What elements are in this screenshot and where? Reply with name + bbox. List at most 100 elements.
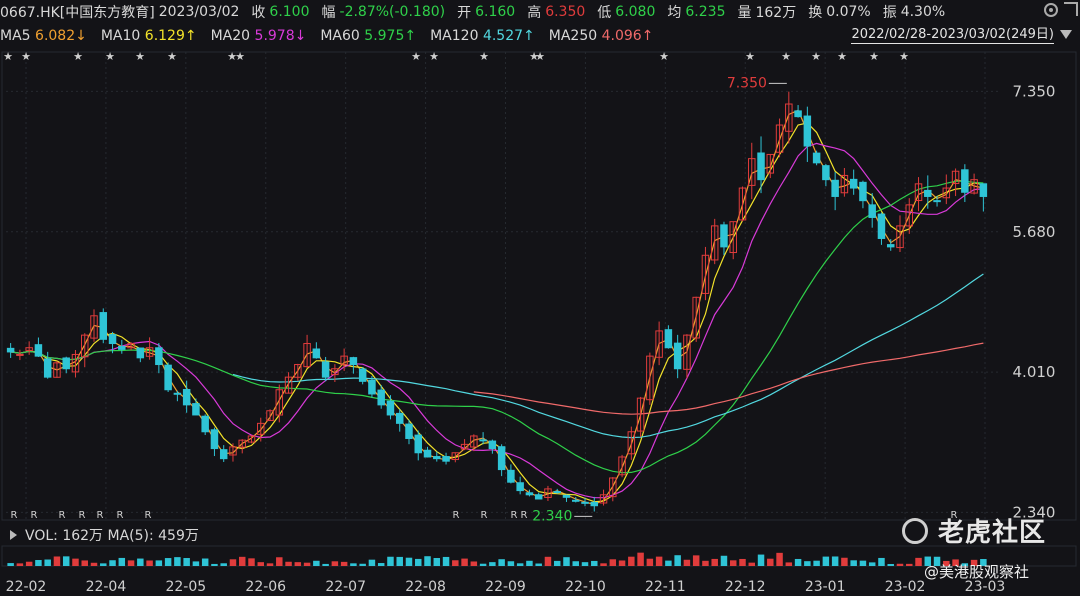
star-marker: ★ [811,50,821,63]
r-marker: R [145,510,152,521]
y-axis-labels: 7.3505.6804.0102.340 [1013,82,1056,521]
ma-item[interactable]: MA250 4.096↑ [549,28,654,44]
volume-bar [229,559,237,566]
volume-bar [878,557,885,566]
candle-body [822,165,830,181]
x-tick-label: 22-08 [405,579,446,595]
volume-bar [748,562,756,566]
volume-bar [442,556,450,566]
volume-bar [665,560,672,566]
amplitude-value: 4.30% [900,4,946,20]
candle-body [831,179,839,197]
volume-bar [322,563,329,566]
volume-bar [100,563,107,566]
candle-body [868,204,876,218]
settings-gear-icon[interactable] [1044,3,1058,17]
tiger-logo-icon [902,517,928,544]
avg-value: 6.235 [685,4,726,20]
amplitude-label: 振 [882,5,897,21]
candle-body [507,469,515,483]
volume-bar [415,558,422,566]
volume-bar [600,563,607,566]
volume-bar [776,552,783,566]
candle-body [924,189,932,197]
price-frame [1,51,1077,521]
ma-item[interactable]: MA20 5.978↓ [211,28,307,44]
volume-bar [377,563,385,566]
candle-body [349,357,358,366]
volume-bar [72,558,79,566]
candle-body [516,482,524,492]
volume-bar [146,560,153,566]
volume-bar [822,556,830,566]
volume-bar [563,557,570,566]
volume-bar [164,558,172,566]
volume-bar [609,559,617,566]
candle-body [192,403,200,416]
x-tick-label: 22-06 [245,579,286,595]
volume-bar [498,559,505,566]
volume-bar [767,558,774,566]
volume-bar [452,560,459,566]
x-tick-label: 22-04 [86,579,127,595]
volume-bar [591,560,598,566]
x-tick-label: 22-07 [325,579,366,595]
candle-body [812,152,821,164]
volume-bar [674,555,681,566]
volume-bar [868,562,876,566]
volume-bar [516,563,524,566]
candle-body [173,392,182,395]
chart-canvas: 7.3505.6804.0102.340 22-02 22-04 22-05 22-0… [1,50,1077,595]
candle-body [386,400,395,416]
candle-body [34,344,43,357]
grid [1,51,1077,567]
volume-bar [238,556,246,566]
volume-bar [285,561,292,566]
candle-body [43,358,52,378]
candle-body [961,169,969,193]
volume-bar [729,560,737,566]
candle-body [562,494,571,498]
date-range-selector[interactable]: 2022/02/28-2023/03/02(249日) [851,27,1054,44]
ma-item[interactable]: MA60 5.975↑ [320,28,416,44]
volume-bar [276,557,283,566]
candle-body [358,368,367,382]
star-marker: ★ [535,50,545,63]
volume-bar [831,556,839,566]
candle-body [849,178,858,189]
volume-bar [331,561,339,566]
candle-body [414,434,422,454]
volume-bar [896,563,904,566]
ma-item[interactable]: MA5 6.082↓ [0,28,87,44]
low-label: 低 [597,5,612,21]
candle-body [534,494,543,500]
volume-bar [266,563,274,566]
star-marker: ★ [745,50,755,63]
ticker-name[interactable]: 0667.HK[中国东方教育] [0,2,155,22]
candle-body [377,389,385,406]
volume-bar [461,558,468,566]
candle-body [803,115,812,147]
volume-bar [201,558,209,566]
volume-bar [183,558,190,566]
watermark-text: 老虎社区 [938,518,1047,548]
r-marker: R [117,510,124,521]
star-marker: ★ [73,50,83,63]
volume-bar [655,556,663,566]
volume-label: 量 [737,5,752,21]
dropdown-triangle-icon[interactable] [1060,30,1072,39]
candle-body [136,347,145,359]
candle-body [979,183,988,197]
r-marker: R [511,510,518,521]
x-axis-labels: 22-02 22-04 22-05 22-06 22-07 22-08 22-09 22-10… [6,579,1006,595]
ma-item[interactable]: MA120 4.527↑ [430,28,535,44]
source-credit: @美港股观察社 [924,563,1030,581]
star-marker: ★ [3,50,13,63]
r-marker: R [31,510,38,521]
candle-body [433,456,441,460]
x-tick-label: 23-02 [885,579,926,595]
ma-item[interactable]: MA10 6.129↑ [101,28,197,44]
collapse-triangle-icon[interactable] [10,530,17,540]
volume-bar [757,554,765,566]
expand-icon[interactable] [1064,2,1078,16]
